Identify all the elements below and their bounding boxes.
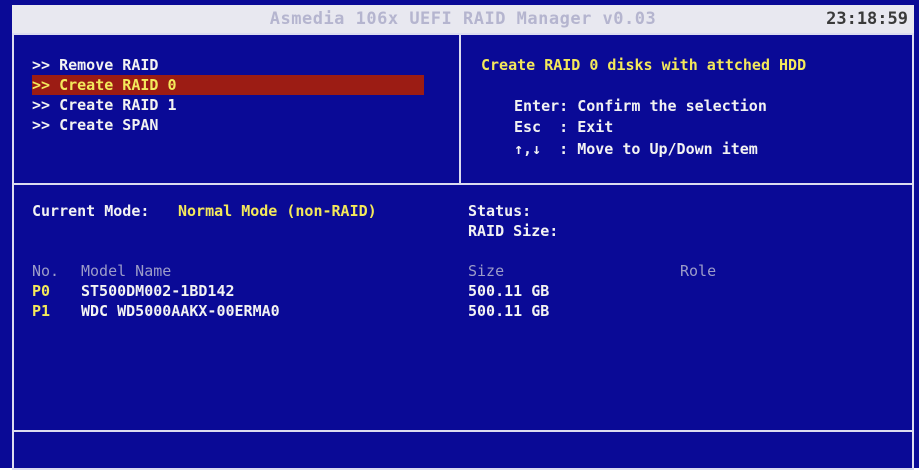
help-line-esc: Esc : Exit <box>514 118 614 136</box>
help-line-arrows: ↑,↓ : Move to Up/Down item <box>514 140 758 158</box>
menu-item-create-span[interactable]: >> Create SPAN <box>32 115 158 135</box>
bios-screen: Asmedia 106x UEFI RAID Manager v0.03 23:… <box>0 0 919 470</box>
title-bar: Asmedia 106x UEFI RAID Manager v0.03 23:… <box>12 5 914 33</box>
help-title: Create RAID 0 disks with attched HDD <box>481 56 807 74</box>
column-header-size: Size <box>468 262 505 280</box>
help-panel: Create RAID 0 disks with attched HDD Ent… <box>459 33 914 185</box>
raid-size-label: RAID Size: <box>468 222 559 240</box>
disk-size: 500.11 GB <box>468 282 550 300</box>
column-header-role: Role <box>680 262 717 280</box>
disk-info-panel: Current Mode: Normal Mode (non-RAID) Sta… <box>12 183 914 432</box>
disk-port: P0 <box>32 282 51 300</box>
disk-model: ST500DM002-1BD142 <box>81 282 235 300</box>
app-title: Asmedia 106x UEFI RAID Manager v0.03 <box>269 9 657 29</box>
disk-size: 500.11 GB <box>468 302 550 320</box>
disk-model: WDC WD5000AAKX-00ERMA0 <box>81 302 280 320</box>
menu-item-create-raid-0[interactable]: >> Create RAID 0 <box>32 75 424 95</box>
current-mode-value: Normal Mode (non-RAID) <box>178 202 377 220</box>
disk-port: P1 <box>32 302 51 320</box>
column-header-no: No. <box>32 262 60 280</box>
help-line-enter: Enter: Confirm the selection <box>514 97 767 115</box>
status-bar-panel <box>12 430 914 470</box>
menu-item-remove-raid[interactable]: >> Remove RAID <box>32 55 158 75</box>
menu-panel: >> Remove RAID >> Create RAID 0 >> Creat… <box>12 33 461 185</box>
column-header-model: Model Name <box>81 262 172 280</box>
clock: 23:18:59 <box>826 9 908 29</box>
status-label: Status: <box>468 202 532 220</box>
current-mode-label: Current Mode: <box>32 202 150 220</box>
menu-item-create-raid-1[interactable]: >> Create RAID 1 <box>32 95 177 115</box>
